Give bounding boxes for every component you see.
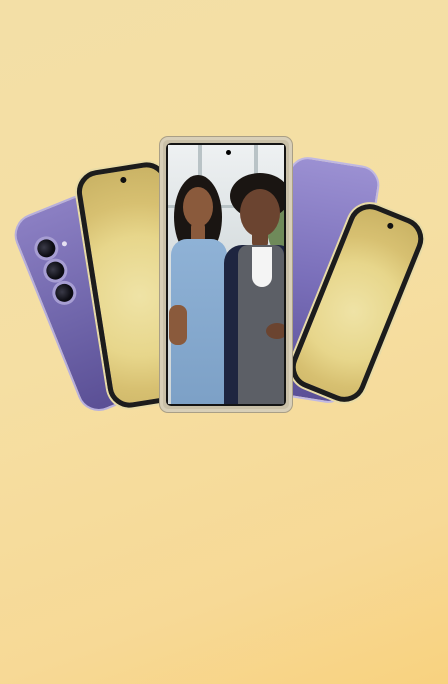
couple-photo xyxy=(168,145,284,404)
front-camera-icon xyxy=(386,221,395,230)
phone-front-photo-icon xyxy=(160,137,292,412)
hero-banner xyxy=(0,0,448,684)
front-camera-icon xyxy=(119,176,127,184)
phone-screen xyxy=(166,143,286,406)
front-camera-icon xyxy=(226,150,231,155)
flash-icon xyxy=(61,240,68,248)
